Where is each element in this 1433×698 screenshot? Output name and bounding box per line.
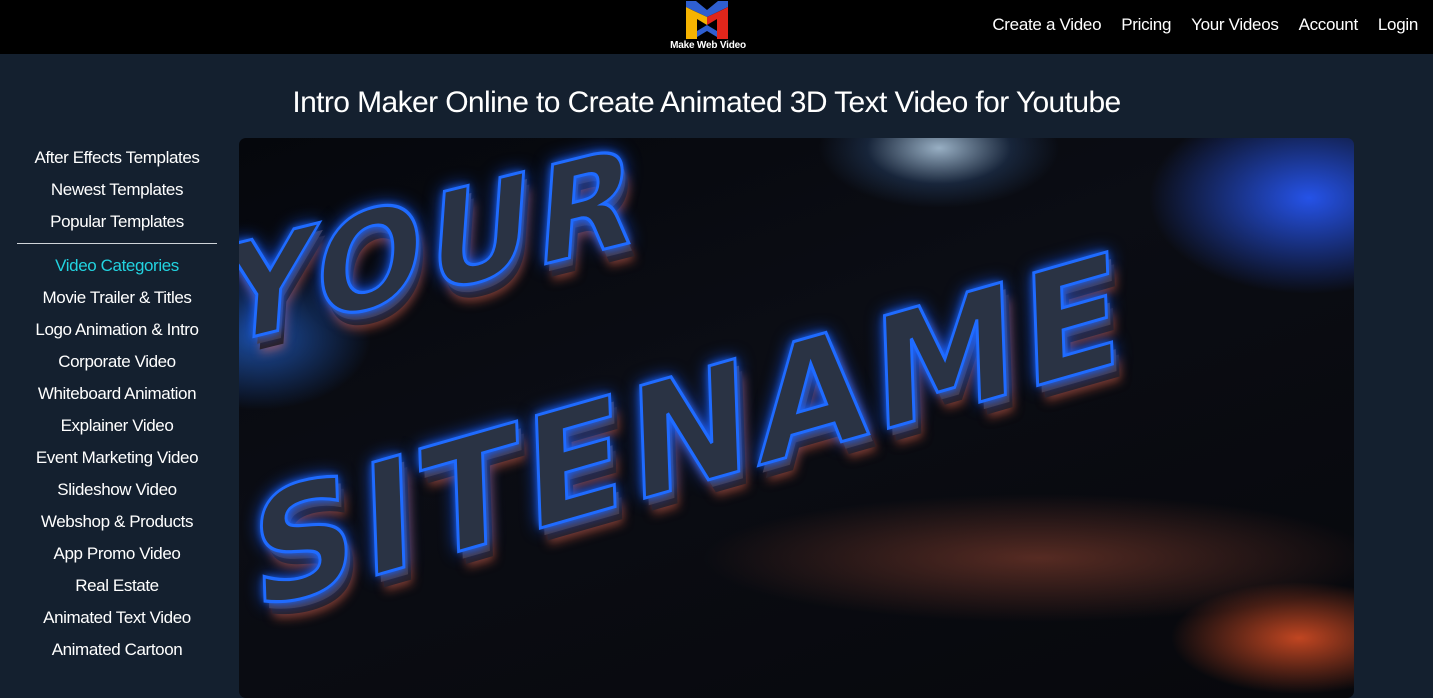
category-movie-trailer-titles[interactable]: Movie Trailer & Titles [17, 286, 217, 318]
nav-create-a-video[interactable]: Create a Video [992, 15, 1101, 35]
make-web-video-logo-icon [686, 1, 728, 39]
video-frame-text-line1: YOUR [239, 138, 647, 379]
main-nav: Create a Video Pricing Your Videos Accou… [992, 0, 1418, 50]
sidebar-divider [17, 243, 217, 244]
sidebar-link-newest-templates[interactable]: Newest Templates [17, 178, 217, 210]
video-categories-heading: Video Categories [55, 256, 179, 275]
video-player[interactable]: YOUR SITENAME [239, 138, 1354, 698]
category-logo-animation-intro[interactable]: Logo Animation & Intro [17, 318, 217, 350]
category-real-estate[interactable]: Real Estate [17, 574, 217, 606]
category-animated-text-video[interactable]: Animated Text Video [17, 606, 217, 638]
logo-text: Make Web Video [670, 40, 746, 51]
nav-your-videos[interactable]: Your Videos [1191, 15, 1279, 35]
category-explainer-video[interactable]: Explainer Video [17, 414, 217, 446]
video-frame-3d-text-preview: YOUR SITENAME [239, 138, 1354, 698]
category-event-marketing-video[interactable]: Event Marketing Video [17, 446, 217, 478]
nav-account[interactable]: Account [1299, 15, 1359, 35]
category-webshop-products[interactable]: Webshop & Products [17, 510, 217, 542]
category-whiteboard-animation[interactable]: Whiteboard Animation [17, 382, 217, 414]
sidebar-link-popular-templates[interactable]: Popular Templates [17, 210, 217, 242]
logo-link[interactable]: Make Web Video [660, 0, 756, 54]
sidebar-link-after-effects-templates[interactable]: After Effects Templates [17, 146, 217, 178]
category-animated-cartoon[interactable]: Animated Cartoon [17, 638, 217, 670]
top-navigation-bar: Make Web Video Create a Video Pricing Yo… [0, 0, 1433, 54]
page-title: Intro Maker Online to Create Animated 3D… [292, 86, 1121, 119]
category-app-promo-video[interactable]: App Promo Video [17, 542, 217, 574]
sidebar: After Effects Templates Newest Templates… [17, 146, 217, 670]
category-slideshow-video[interactable]: Slideshow Video [17, 478, 217, 510]
category-corporate-video[interactable]: Corporate Video [17, 350, 217, 382]
nav-login[interactable]: Login [1378, 15, 1418, 35]
nav-pricing[interactable]: Pricing [1121, 15, 1171, 35]
